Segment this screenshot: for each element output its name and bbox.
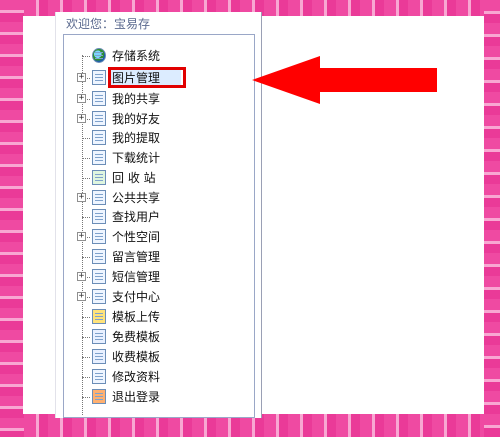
tree-item-8[interactable]: + 公共共享 xyxy=(64,188,244,208)
tree-connector xyxy=(82,257,90,258)
friends-icon xyxy=(92,111,106,126)
tree-item-3[interactable]: + 我的共享 xyxy=(64,89,244,109)
expand-icon[interactable]: + xyxy=(77,232,86,241)
tree-item-1[interactable]: 存储系统 xyxy=(64,46,244,66)
tree-connector xyxy=(82,317,90,318)
tree-connector xyxy=(82,337,90,338)
tree-item-2[interactable]: + 图片管理 xyxy=(64,67,244,88)
tree-item-label: 回 收 站 xyxy=(112,171,156,185)
decorative-lace-right xyxy=(484,0,500,437)
document-icon xyxy=(92,70,106,85)
tree-item-label: 查找用户 xyxy=(112,210,161,224)
share-folder-icon xyxy=(92,91,106,106)
tree-item-7[interactable]: 回 收 站 xyxy=(64,168,244,188)
logout-icon xyxy=(92,389,106,404)
tree-item-label: 短信管理 xyxy=(112,270,161,284)
tree-item-13[interactable]: + 支付中心 xyxy=(64,287,244,307)
tree-item-label: 免费模板 xyxy=(112,330,161,344)
tree-connector xyxy=(82,158,90,159)
tree-item-5[interactable]: 我的提取 xyxy=(64,128,244,148)
upload-icon xyxy=(92,309,106,324)
tree-item-label: 我的好友 xyxy=(112,112,161,126)
tree-item-label: 个性空间 xyxy=(112,230,161,244)
expand-icon[interactable]: + xyxy=(77,94,86,103)
tree-item-label: 公共共享 xyxy=(112,191,161,205)
tree-connector xyxy=(82,357,90,358)
tree-item-16[interactable]: 收费模板 xyxy=(64,347,244,367)
tree-item-11[interactable]: 留言管理 xyxy=(64,247,244,267)
tree-item-label: 我的提取 xyxy=(112,131,161,145)
welcome-text: 欢迎您：宝易存 xyxy=(66,17,151,31)
expand-icon[interactable]: + xyxy=(77,114,86,123)
tree-item-10[interactable]: + 个性空间 xyxy=(64,227,244,247)
tree-connector xyxy=(82,377,90,378)
tree-connector xyxy=(82,397,90,398)
tree-item-9[interactable]: 查找用户 xyxy=(64,207,244,227)
tree-item-12[interactable]: + 短信管理 xyxy=(64,267,244,287)
tree-item-14[interactable]: 模板上传 xyxy=(64,307,244,327)
globe-icon xyxy=(92,48,106,63)
edit-profile-icon xyxy=(92,369,106,384)
red-arrow-icon xyxy=(252,56,437,104)
tree-item-4[interactable]: + 我的好友 xyxy=(64,109,244,129)
message-icon xyxy=(92,249,106,264)
tree-connector xyxy=(82,56,90,57)
space-icon xyxy=(92,229,106,244)
navigation-tree: 存储系统 + 图片管理 + 我的共享 + 我的好友我的提取下载统计回 收 站 + 公共共享查找用… xyxy=(63,34,255,418)
tree-item-15[interactable]: 免费模板 xyxy=(64,327,244,347)
tree-connector xyxy=(82,217,90,218)
tree-item-label: 收费模板 xyxy=(112,350,161,364)
download-doc-icon xyxy=(92,130,106,145)
tree-item-label: 修改资料 xyxy=(112,370,161,384)
template-grid-icon xyxy=(92,329,106,344)
tree-item-label: 我的共享 xyxy=(112,92,161,106)
payment-icon xyxy=(92,289,106,304)
sms-icon xyxy=(92,269,106,284)
tree-item-18[interactable]: 退出登录 xyxy=(64,387,244,407)
share-folder-icon xyxy=(92,190,106,205)
expand-icon[interactable]: + xyxy=(77,272,86,281)
decorative-lace-left xyxy=(0,0,24,437)
tree-item-label: 退出登录 xyxy=(112,390,161,404)
tree-item-label: 支付中心 xyxy=(112,290,161,304)
tree-item-label: 留言管理 xyxy=(112,250,161,264)
tree-item-label: 下载统计 xyxy=(112,151,161,165)
recycle-bin-icon xyxy=(92,170,106,185)
tree-connector xyxy=(82,138,90,139)
template-grid-icon xyxy=(92,349,106,364)
tree-item-label: 模板上传 xyxy=(112,310,161,324)
expand-icon[interactable]: + xyxy=(77,73,86,82)
document-icon xyxy=(92,150,106,165)
tree-item-6[interactable]: 下载统计 xyxy=(64,148,244,168)
expand-icon[interactable]: + xyxy=(77,193,86,202)
user-search-icon xyxy=(92,209,106,224)
tree-item-17[interactable]: 修改资料 xyxy=(64,367,244,387)
tree-connector xyxy=(82,178,90,179)
tree-item-label: 存储系统 xyxy=(112,49,161,63)
tree-item-label: 图片管理 xyxy=(112,71,161,85)
expand-icon[interactable]: + xyxy=(77,292,86,301)
